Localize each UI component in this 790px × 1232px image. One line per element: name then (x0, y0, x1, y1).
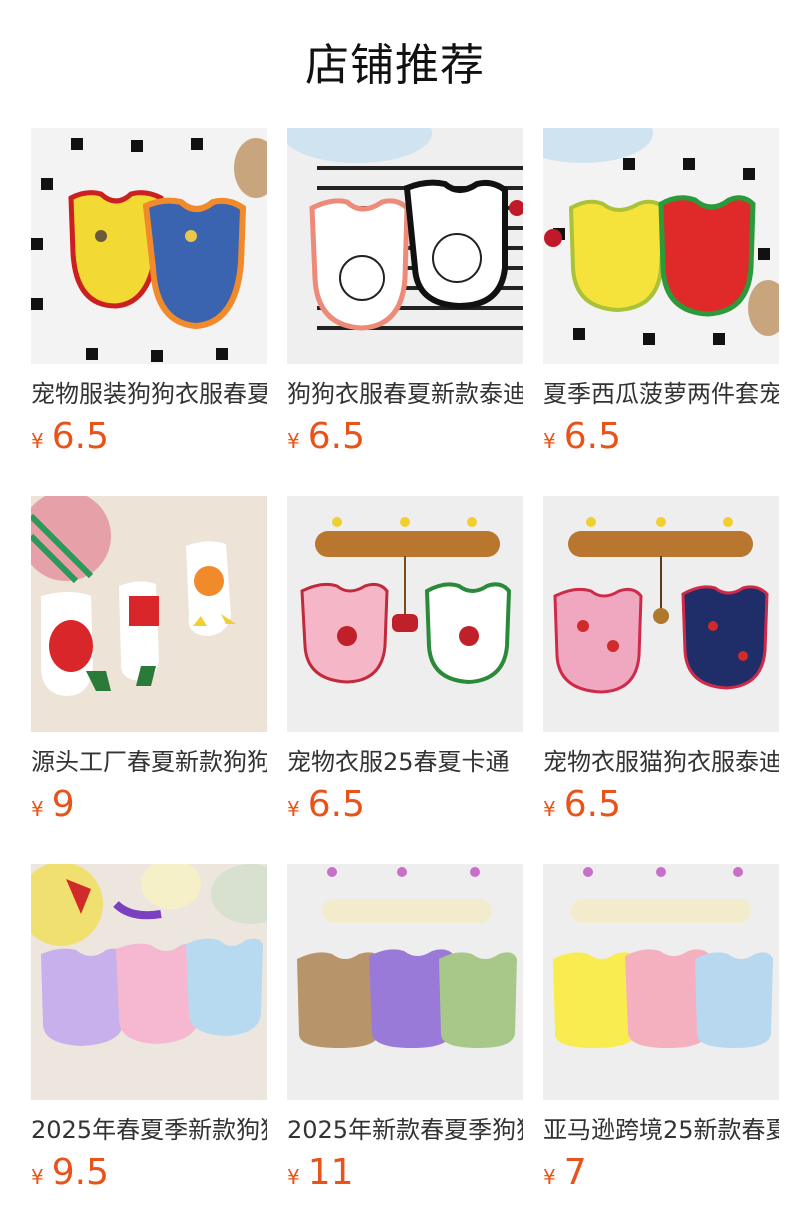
product-name[interactable]: 2025年春夏季新款狗狗 (31, 1114, 267, 1146)
currency-symbol: ¥ (287, 429, 300, 453)
product-name[interactable]: 宠物衣服猫狗衣服泰迪 (543, 746, 779, 778)
product-image[interactable] (287, 496, 523, 732)
product-card[interactable]: 夏季西瓜菠萝两件套宠 ¥ 6.5 (543, 128, 779, 457)
product-image[interactable] (31, 496, 267, 732)
price-amount: 9.5 (51, 1152, 109, 1193)
product-price: ¥ 11 (287, 1152, 523, 1194)
product-price: ¥ 6.5 (287, 784, 523, 826)
product-card[interactable]: 2025年新款春夏季狗狗 ¥ 11 (287, 864, 523, 1193)
product-image[interactable] (543, 496, 779, 732)
product-name[interactable]: 亚马逊跨境25新款春夏 (543, 1114, 779, 1146)
price-amount: 11 (307, 1152, 354, 1193)
price-amount: 6.5 (307, 416, 365, 457)
currency-symbol: ¥ (31, 1165, 44, 1189)
product-price: ¥ 9.5 (31, 1152, 267, 1194)
product-image[interactable] (287, 128, 523, 364)
price-amount: 9 (51, 784, 75, 825)
page-title: 店铺推荐 (305, 40, 485, 91)
currency-symbol: ¥ (287, 797, 300, 821)
product-card[interactable]: 狗狗衣服春夏新款泰迪 ¥ 6.5 (287, 128, 523, 457)
product-price: ¥ 9 (31, 784, 267, 826)
product-card[interactable]: 宠物服装狗狗衣服春夏 ¥ 6.5 (31, 128, 267, 457)
product-price: ¥ 6.5 (543, 784, 779, 826)
currency-symbol: ¥ (543, 797, 556, 821)
price-amount: 6.5 (51, 416, 109, 457)
product-price: ¥ 7 (543, 1152, 779, 1194)
price-amount: 6.5 (563, 784, 621, 825)
product-image[interactable] (543, 864, 779, 1100)
product-card[interactable]: 2025年春夏季新款狗狗 ¥ 9.5 (31, 864, 267, 1193)
currency-symbol: ¥ (543, 1165, 556, 1189)
product-image[interactable] (543, 128, 779, 364)
currency-symbol: ¥ (31, 429, 44, 453)
price-amount: 7 (563, 1152, 587, 1193)
product-card[interactable]: 亚马逊跨境25新款春夏 ¥ 7 (543, 864, 779, 1193)
product-image[interactable] (31, 128, 267, 364)
product-price: ¥ 6.5 (287, 416, 523, 458)
product-grid: 宠物服装狗狗衣服春夏 ¥ 6.5 狗狗衣服春夏新款泰迪 ¥ 6.5 夏季西瓜菠萝… (31, 128, 779, 1193)
product-name[interactable]: 源头工厂春夏新款狗狗 (31, 746, 267, 778)
product-name[interactable]: 狗狗衣服春夏新款泰迪 (287, 378, 523, 410)
price-amount: 6.5 (563, 416, 621, 457)
product-price: ¥ 6.5 (31, 416, 267, 458)
currency-symbol: ¥ (287, 1165, 300, 1189)
currency-symbol: ¥ (31, 797, 44, 821)
product-price: ¥ 6.5 (543, 416, 779, 458)
price-amount: 6.5 (307, 784, 365, 825)
product-name[interactable]: 宠物衣服25春夏卡通 (287, 746, 523, 778)
product-card[interactable]: 源头工厂春夏新款狗狗 ¥ 9 (31, 496, 267, 825)
product-name[interactable]: 宠物服装狗狗衣服春夏 (31, 378, 267, 410)
product-card[interactable]: 宠物衣服25春夏卡通 ¥ 6.5 (287, 496, 523, 825)
product-card[interactable]: 宠物衣服猫狗衣服泰迪 ¥ 6.5 (543, 496, 779, 825)
currency-symbol: ¥ (543, 429, 556, 453)
product-name[interactable]: 2025年新款春夏季狗狗 (287, 1114, 523, 1146)
product-image[interactable] (287, 864, 523, 1100)
product-image[interactable] (31, 864, 267, 1100)
product-name[interactable]: 夏季西瓜菠萝两件套宠 (543, 378, 779, 410)
